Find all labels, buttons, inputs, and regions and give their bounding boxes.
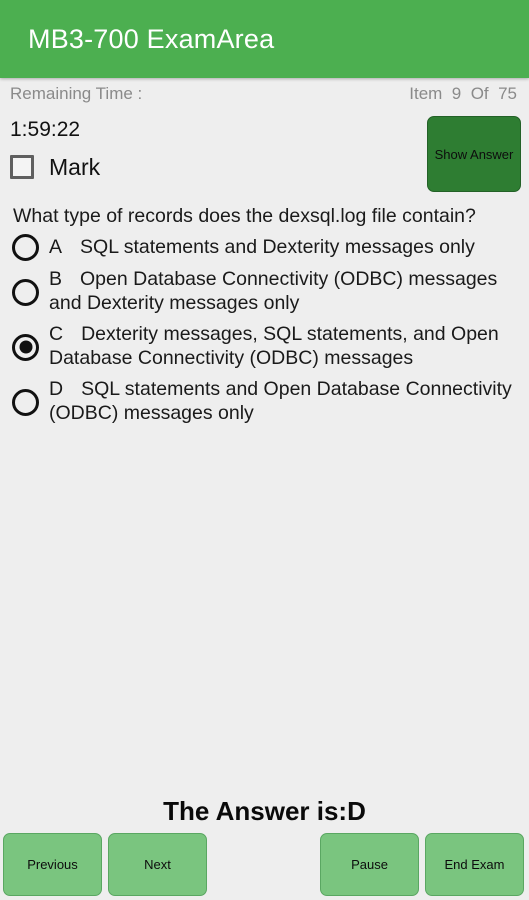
option-row-d[interactable]: D SQL statements and Open Database Connec… bbox=[12, 378, 519, 426]
option-row-b[interactable]: B Open Database Connectivity (ODBC) messa… bbox=[12, 268, 519, 316]
option-b-letter: B bbox=[49, 268, 63, 291]
pause-button[interactable]: Pause bbox=[320, 832, 419, 896]
next-button[interactable]: Next bbox=[108, 832, 207, 896]
options-list: A SQL statements and Dexterity messages o… bbox=[0, 228, 529, 426]
show-answer-button[interactable]: Show Answer bbox=[427, 116, 521, 192]
radio-option-c[interactable] bbox=[12, 333, 39, 361]
radio-option-a[interactable] bbox=[12, 234, 39, 262]
option-b-content: B Open Database Connectivity (ODBC) messa… bbox=[49, 268, 519, 316]
previous-button[interactable]: Previous bbox=[3, 832, 102, 896]
option-a-content: A SQL statements and Dexterity messages o… bbox=[49, 236, 475, 260]
question-text: What type of records does the dexsql.log… bbox=[13, 205, 476, 227]
mark-checkbox[interactable] bbox=[10, 155, 34, 180]
item-progress-label: Item 9 Of 75 bbox=[409, 84, 517, 103]
option-a-text: SQL statements and Dexterity messages on… bbox=[80, 235, 475, 258]
status-row: Remaining Time : Item 9 Of 75 bbox=[0, 78, 529, 110]
mark-label: Mark bbox=[49, 153, 101, 180]
exam-meta-block: 1:59:22 Mark Show Answer bbox=[0, 110, 529, 202]
radio-option-b[interactable] bbox=[12, 278, 39, 306]
answer-reveal-text: The Answer is:D bbox=[163, 796, 366, 826]
app-title: MB3-700 ExamArea bbox=[28, 23, 275, 54]
option-d-content: D SQL statements and Open Database Connec… bbox=[49, 378, 519, 426]
option-row-c[interactable]: C Dexterity messages, SQL statements, and… bbox=[12, 323, 519, 371]
option-c-content: C Dexterity messages, SQL statements, and… bbox=[49, 323, 519, 371]
option-c-letter: C bbox=[49, 323, 64, 346]
option-d-text: SQL statements and Open Database Connect… bbox=[49, 378, 512, 425]
app-bar: MB3-700 ExamArea bbox=[0, 0, 529, 78]
end-exam-button[interactable]: End Exam bbox=[425, 832, 524, 896]
radio-option-d[interactable] bbox=[12, 388, 39, 416]
option-b-text: Open Database Connectivity (ODBC) messag… bbox=[49, 268, 498, 315]
option-row-a[interactable]: A SQL statements and Dexterity messages o… bbox=[12, 234, 519, 262]
option-a-letter: A bbox=[49, 235, 63, 258]
remaining-time-label: Remaining Time : bbox=[10, 84, 143, 103]
option-d-letter: D bbox=[49, 378, 64, 401]
option-c-text: Dexterity messages, SQL statements, and … bbox=[49, 323, 499, 370]
bottom-navigation-bar: Previous Next Pause End Exam bbox=[0, 828, 529, 900]
